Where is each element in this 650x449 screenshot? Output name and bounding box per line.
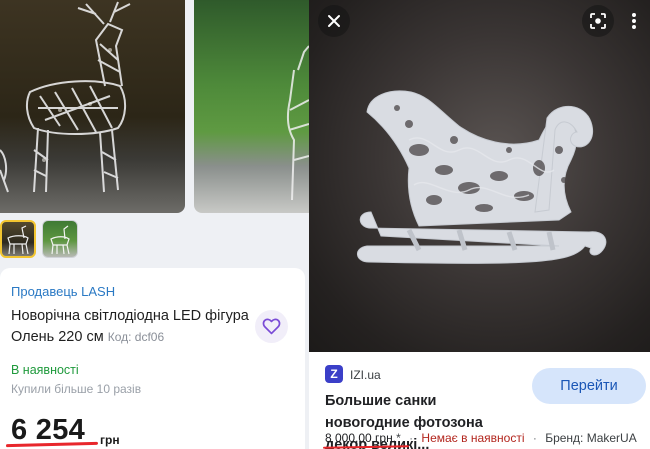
deer-thumbnail-icon [7,225,29,255]
lens-button[interactable] [582,5,614,37]
brand-label: Бренд: MakerUA [545,431,637,445]
product-title[interactable]: Новорічна світлодіодна LED фігура Олень … [11,306,251,348]
source-name[interactable]: IZI.ua [350,368,381,382]
availability-status: В наявності [11,363,79,377]
meta-separator: · [532,431,537,445]
deer-figure-image-2 [286,45,309,201]
result-info-card: Z IZI.ua Перейти Большие санки новогодни… [309,352,650,449]
visit-site-button[interactable]: Перейти [532,368,646,404]
lens-icon [590,13,606,29]
product-photo-main[interactable] [0,0,185,213]
product-photo-secondary[interactable] [194,0,309,213]
deer-figure-image [0,1,131,193]
sled-image [357,90,607,264]
close-icon [328,15,340,27]
bought-count: Купили більше 10 разів [11,382,142,396]
close-button[interactable] [318,5,350,37]
favorite-button[interactable] [255,310,288,343]
product-listing-panel: Продавець LASH Новорічна світлодіодна LE… [0,0,309,449]
heart-icon [262,318,281,335]
more-vert-icon [632,13,636,29]
result-meta: 8 000,00 грн.* · Немає в наявності · Бре… [325,431,637,445]
more-options-button[interactable] [621,5,647,37]
thumbnail-2[interactable] [42,220,78,258]
image-search-result-panel: Z IZI.ua Перейти Большие санки новогодни… [309,0,650,449]
product-code: Код: dcf06 [107,330,165,344]
source-logo-icon: Z [325,365,343,383]
meta-separator: · [409,431,414,445]
price-currency: грн [100,433,120,447]
price-note: * [396,431,401,445]
result-price: 8 000,00 грн. [325,431,397,445]
thumbnail-1-selected[interactable] [0,220,36,258]
sled-photo[interactable] [309,0,650,352]
seller-link[interactable]: Продавець LASH [11,284,115,299]
stock-status: Немає в наявності [421,431,525,445]
deer-thumbnail-icon [50,225,70,255]
